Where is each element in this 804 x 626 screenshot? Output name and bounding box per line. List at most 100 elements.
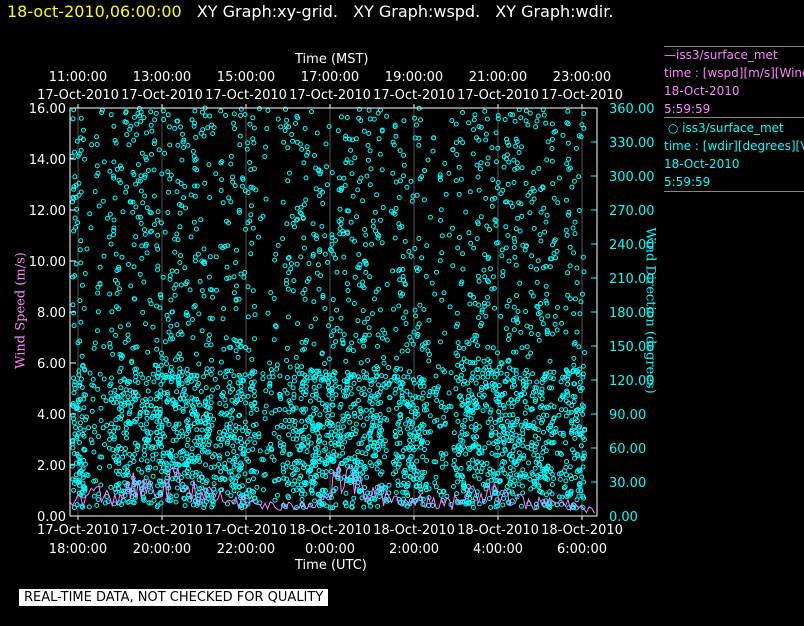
legend-wdir[interactable]: ○ iss3/surface_met time : [wdir][degrees… (664, 119, 804, 191)
wdir-point (258, 216, 264, 222)
wdir-point (533, 124, 539, 130)
right-tick-label: 210.00 (609, 272, 655, 287)
wdir-point (280, 199, 286, 205)
wdir-point (354, 214, 359, 220)
wdir-point (125, 394, 131, 400)
wdir-point (394, 355, 400, 361)
wdir-point (174, 485, 180, 491)
wdir-point (382, 330, 388, 336)
wdir-point (213, 254, 219, 260)
wdir-point (69, 153, 75, 159)
wdir-point (514, 293, 520, 299)
wdir-point (196, 311, 202, 317)
wdir-point (94, 134, 99, 140)
wdir-point (564, 161, 570, 167)
legend-wdir-name: ○ iss3/surface_met (664, 121, 784, 135)
wdir-point (189, 446, 195, 452)
wdir-point (520, 490, 526, 496)
wdir-point (574, 280, 580, 286)
wdir-point (473, 422, 479, 427)
wdir-point (474, 162, 480, 168)
wdir-point (95, 309, 101, 315)
wdir-point (347, 419, 353, 425)
wdir-point (285, 314, 291, 320)
wdir-point (492, 195, 498, 201)
wdir-point (366, 107, 372, 113)
wdir-point (541, 112, 547, 118)
wdir-point (337, 328, 343, 334)
wdir-point (563, 305, 569, 311)
wdir-point (527, 476, 533, 482)
wdir-point (238, 383, 244, 389)
wdir-point (271, 457, 277, 463)
wdir-point (78, 319, 84, 325)
wdir-point (320, 201, 326, 206)
wdir-point (261, 487, 266, 493)
wdir-point (174, 430, 180, 435)
wdir-point (311, 299, 317, 305)
wdir-point (369, 241, 375, 247)
wdir-point (168, 297, 174, 303)
wdir-point (511, 157, 517, 163)
wdir-point (117, 324, 123, 330)
legend-wdir-field: time : [wdir][degrees][V (664, 139, 804, 153)
wdir-point (355, 397, 361, 403)
wdir-point (141, 115, 147, 121)
wdir-point (503, 224, 509, 230)
wdir-point (144, 205, 150, 211)
wdir-point (523, 118, 529, 124)
wdir-point (549, 482, 555, 488)
wdir-point (100, 425, 106, 431)
wdir-point (228, 153, 234, 159)
wdir-point (269, 410, 275, 416)
wdir-point (577, 311, 583, 317)
wdir-point (456, 164, 462, 170)
wdir-point (124, 430, 129, 436)
wdir-point (363, 232, 369, 238)
wdir-point (559, 501, 564, 507)
wdir-point (174, 268, 180, 274)
wdir-point (140, 200, 146, 206)
wdir-point (199, 288, 205, 294)
wdir-point (523, 309, 529, 314)
legend-wspd-time: 5:59:59 (664, 102, 711, 116)
wdir-point (125, 337, 131, 343)
wdir-point (173, 421, 179, 427)
wdir-point (518, 329, 524, 335)
wdir-point (94, 142, 100, 147)
wdir-point (359, 450, 365, 456)
wdir-point (547, 358, 553, 364)
wdir-point (397, 178, 403, 184)
wdir-point (125, 322, 131, 328)
wdir-point (571, 355, 577, 361)
wdir-point (245, 284, 251, 290)
wdir-point (377, 307, 383, 313)
legend-wspd[interactable]: —iss3/surface_met time : [wspd][m/s][Win… (664, 46, 804, 118)
wdir-point (338, 216, 344, 222)
wdir-point (218, 469, 224, 475)
wdir-point (390, 170, 396, 176)
wdir-point (309, 109, 314, 115)
wdir-point (119, 254, 125, 260)
wdir-point (572, 435, 578, 441)
wdir-point (536, 415, 542, 421)
wdir-point (438, 339, 443, 345)
wdir-point (167, 176, 173, 182)
wdir-point (393, 179, 399, 185)
wdir-point (386, 407, 392, 413)
wdir-point (572, 296, 578, 302)
wdir-point (408, 178, 414, 184)
wdir-point (534, 379, 540, 385)
wdir-point (351, 380, 357, 386)
wdir-point (505, 181, 511, 187)
wdir-point (71, 420, 77, 426)
wdir-point (304, 144, 310, 150)
wdir-point (376, 286, 381, 292)
wdir-point (138, 457, 144, 463)
wdir-point (538, 301, 544, 306)
wdir-point (383, 384, 389, 390)
wdir-point (383, 448, 389, 454)
wdir-point (250, 288, 256, 294)
wdir-point (534, 279, 540, 285)
wdir-point (290, 138, 296, 144)
